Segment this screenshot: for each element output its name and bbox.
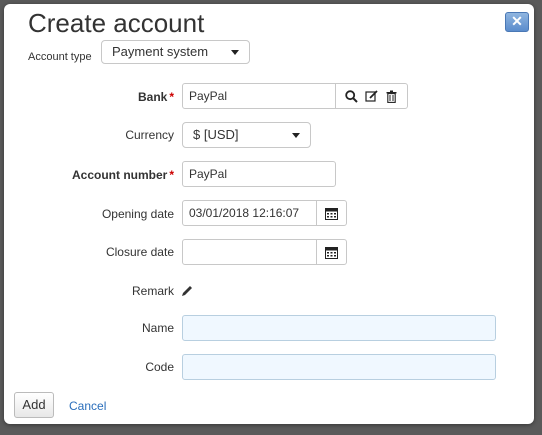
pencil-icon[interactable]	[182, 285, 193, 299]
account-type-select[interactable]: Payment system	[101, 40, 250, 64]
name-label: Name	[141, 321, 174, 335]
closure-date-input[interactable]	[182, 239, 317, 265]
account-number-value: PayPal	[189, 167, 228, 181]
account-number-label-text: Account number	[71, 168, 168, 182]
dialog-title: Create account	[28, 8, 205, 38]
bank-input[interactable]: PayPal	[182, 83, 336, 109]
trash-icon[interactable]	[382, 86, 402, 106]
bank-actions	[335, 83, 408, 109]
cancel-link[interactable]: Cancel	[69, 399, 106, 413]
closure-date-label: Closure date	[105, 245, 174, 259]
required-mark: *	[169, 168, 174, 182]
chevron-down-icon	[292, 133, 300, 138]
opening-date-input[interactable]: 03/01/2018 12:16:07	[182, 200, 317, 226]
close-button[interactable]: ✕	[505, 12, 529, 32]
add-button[interactable]: Add	[14, 392, 54, 418]
currency-value: $ [USD]	[193, 127, 239, 142]
account-number-label: Account number *	[4, 168, 174, 182]
bank-value: PayPal	[189, 89, 228, 103]
account-type-value: Payment system	[112, 44, 209, 59]
opening-date-value: 03/01/2018 12:16:07	[189, 206, 300, 220]
code-input[interactable]	[182, 354, 496, 380]
currency-label: Currency	[125, 128, 174, 142]
opening-date-label: Opening date	[101, 207, 174, 221]
bank-label: Bank *	[4, 90, 174, 104]
currency-select[interactable]: $ [USD]	[182, 122, 311, 148]
account-number-input[interactable]: PayPal	[182, 161, 336, 187]
search-icon[interactable]	[342, 86, 362, 106]
opening-date-picker[interactable]	[316, 200, 347, 226]
bank-label-text: Bank	[137, 90, 168, 104]
chevron-down-icon	[231, 50, 239, 55]
edit-icon[interactable]	[362, 86, 382, 106]
create-account-dialog: Create account ✕ Account type Payment sy…	[4, 4, 534, 424]
closure-date-picker[interactable]	[316, 239, 347, 265]
code-label: Code	[145, 360, 174, 374]
required-mark: *	[169, 90, 174, 104]
calendar-icon	[322, 242, 342, 262]
name-input[interactable]	[182, 315, 496, 341]
close-icon: ✕	[511, 13, 523, 29]
calendar-icon	[322, 203, 342, 223]
account-type-label: Account type	[28, 51, 92, 63]
remark-label: Remark	[131, 284, 174, 298]
